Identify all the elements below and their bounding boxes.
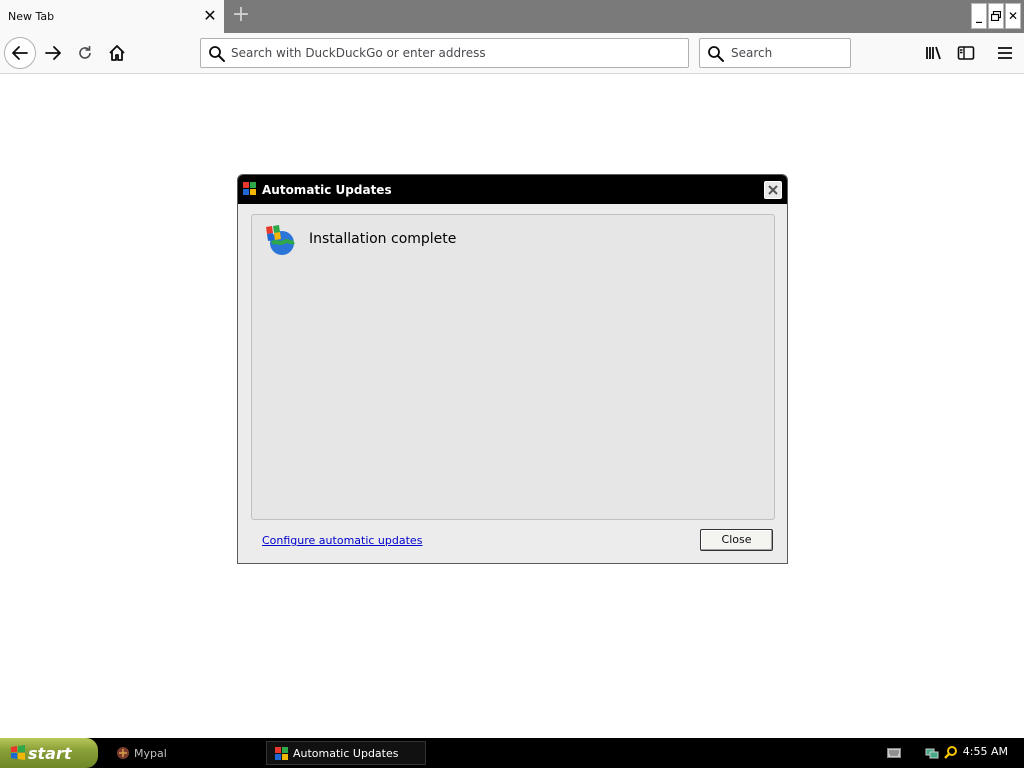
address-bar[interactable] bbox=[200, 38, 689, 68]
windows-flag-icon bbox=[11, 745, 25, 760]
address-input[interactable] bbox=[231, 46, 688, 60]
home-button[interactable] bbox=[101, 37, 133, 69]
back-arrow-icon bbox=[12, 46, 28, 60]
keyboard-icon[interactable] bbox=[887, 748, 901, 758]
start-label: start bbox=[28, 743, 72, 763]
forward-arrow-icon bbox=[45, 46, 61, 60]
dialog-titlebar[interactable]: Automatic Updates bbox=[238, 175, 787, 204]
configure-updates-link[interactable]: Configure automatic updates bbox=[262, 534, 422, 547]
minimize-window-icon[interactable]: _ bbox=[971, 3, 987, 29]
windows-update-icon bbox=[243, 182, 256, 195]
taskbar: start Mypal Automatic Updates 4:55 AM bbox=[0, 738, 1024, 768]
taskbar-item-mypal[interactable]: Mypal bbox=[108, 741, 262, 765]
dialog-content-panel: Installation complete bbox=[251, 214, 775, 520]
menu-button[interactable] bbox=[989, 37, 1021, 69]
system-tray: 4:55 AM bbox=[913, 740, 1024, 766]
library-button[interactable] bbox=[918, 37, 950, 69]
reload-icon bbox=[79, 46, 91, 59]
library-icon bbox=[926, 46, 941, 60]
mypal-browser-icon bbox=[117, 747, 129, 759]
windows-globe-icon bbox=[266, 225, 295, 255]
tab-close-icon[interactable]: ✕ bbox=[202, 8, 218, 24]
taskbar-item-automatic-updates[interactable]: Automatic Updates bbox=[266, 741, 426, 765]
home-icon bbox=[109, 45, 125, 61]
sidebar-toggle-button[interactable] bbox=[950, 37, 982, 69]
search-icon bbox=[708, 46, 724, 62]
tab-title: New Tab bbox=[8, 10, 55, 23]
start-button[interactable]: start bbox=[0, 738, 98, 768]
back-button[interactable] bbox=[4, 37, 36, 69]
search-bar[interactable] bbox=[699, 38, 851, 68]
sidebar-icon bbox=[957, 46, 975, 60]
search-icon bbox=[209, 46, 225, 62]
taskbar-item-label: Mypal bbox=[134, 746, 167, 760]
forward-button[interactable] bbox=[37, 37, 69, 69]
hamburger-menu-icon bbox=[998, 47, 1012, 59]
dialog-title: Automatic Updates bbox=[262, 182, 392, 197]
magnifier-icon[interactable] bbox=[943, 745, 958, 760]
close-window-icon[interactable]: ✕ bbox=[1005, 3, 1021, 29]
dialog-message: Installation complete bbox=[309, 231, 457, 247]
dialog-close-icon[interactable] bbox=[764, 181, 782, 199]
tab-new-tab[interactable]: New Tab ✕ bbox=[0, 0, 224, 33]
tab-strip: New Tab ✕ + _ ✕ bbox=[0, 0, 1024, 33]
automatic-updates-dialog: Automatic Updates Installation complete … bbox=[237, 174, 788, 564]
new-tab-plus-icon[interactable]: + bbox=[230, 4, 252, 28]
navigation-toolbar bbox=[0, 33, 1024, 74]
search-input[interactable] bbox=[731, 46, 850, 60]
close-button[interactable]: Close bbox=[700, 529, 773, 551]
taskbar-item-label: Automatic Updates bbox=[293, 746, 399, 760]
windows-update-icon bbox=[275, 747, 288, 760]
restore-window-icon[interactable] bbox=[988, 3, 1004, 29]
network-icon[interactable] bbox=[925, 746, 939, 760]
reload-button[interactable] bbox=[69, 37, 101, 69]
clock: 4:55 AM bbox=[962, 745, 1008, 758]
